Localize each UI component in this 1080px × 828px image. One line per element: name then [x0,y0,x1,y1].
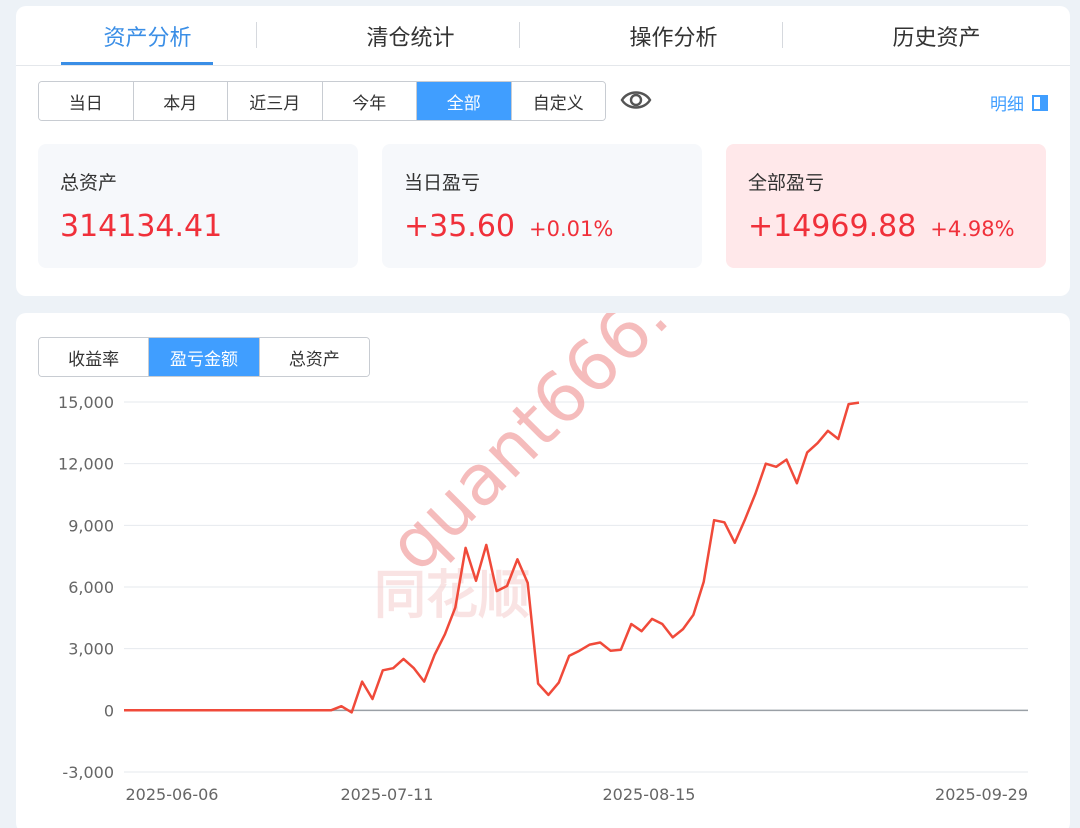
daily-pl-value: +35.60 [404,209,516,244]
y-tick-label: 6,000 [68,578,114,597]
range-three-months-button[interactable]: 近三月 [228,82,323,120]
tab-history-assets[interactable]: 历史资产 [805,6,1068,66]
total-pl-percent: +4.98% [930,217,1015,241]
x-tick-label: 2025-08-15 [603,785,696,804]
y-tick-label: 0 [104,701,114,720]
active-tab-indicator [61,62,213,65]
watermark-text: quant666.com [372,313,790,587]
daily-pl-label: 当日盈亏 [404,172,481,194]
y-tick-label: 12,000 [58,455,114,474]
range-month-button[interactable]: 本月 [133,82,228,120]
total-assets-value: 314134.41 [60,209,223,244]
time-range-selector: 当日 本月 近三月 今年 全部 自定义 [38,81,606,121]
total-pl-label: 全部盈亏 [748,172,825,194]
chart-card: 收益率 盈亏金额 总资产 15,000 12,000 9,000 6,000 3,000… [16,313,1070,828]
tab-separator [519,22,520,48]
tab-asset-analysis[interactable]: 资产分析 [16,6,279,66]
detail-label: 明细 [990,95,1024,115]
detail-toggle[interactable]: 明细 [990,90,1048,115]
pl-line-chart: 15,000 12,000 9,000 6,000 3,000 0 -3,000 2025-… [58,313,1028,804]
asset-summary-card: 资产分析 清仓统计 操作分析 历史资产 当日 本月 近三月 今年 全部 自定义 … [16,6,1070,296]
y-tick-label: -3,000 [62,763,114,782]
eye-icon[interactable] [620,88,652,112]
x-tick-label: 2025-07-11 [341,785,434,804]
range-custom-button[interactable]: 自定义 [511,82,605,120]
y-tick-label: 15,000 [58,393,114,412]
total-assets-label: 总资产 [60,172,118,194]
total-pl-value: +14969.88 [748,209,917,244]
x-tick-label: 2025-09-29 [935,785,1028,804]
top-tabs: 资产分析 清仓统计 操作分析 历史资产 [16,6,1070,66]
total-assets-card: 总资产 314134.41 [38,144,358,268]
daily-pl-percent: +0.01% [529,217,614,241]
x-tick-label: 2025-06-06 [126,785,219,804]
tab-separator [256,22,257,48]
daily-pl-card: 当日盈亏 +35.60 +0.01% [382,144,702,268]
tab-separator [782,22,783,48]
y-tick-label: 3,000 [68,640,114,659]
tab-operation-analysis[interactable]: 操作分析 [542,6,805,66]
panel-toggle-icon [1032,94,1048,111]
range-today-button[interactable]: 当日 [39,82,134,120]
range-this-year-button[interactable]: 今年 [322,82,417,120]
y-tick-label: 9,000 [68,516,114,535]
tab-liquidation-stats[interactable]: 清仓统计 [279,6,542,66]
total-pl-card: 全部盈亏 +14969.88 +4.98% [726,144,1046,268]
range-all-button[interactable]: 全部 [417,82,512,120]
